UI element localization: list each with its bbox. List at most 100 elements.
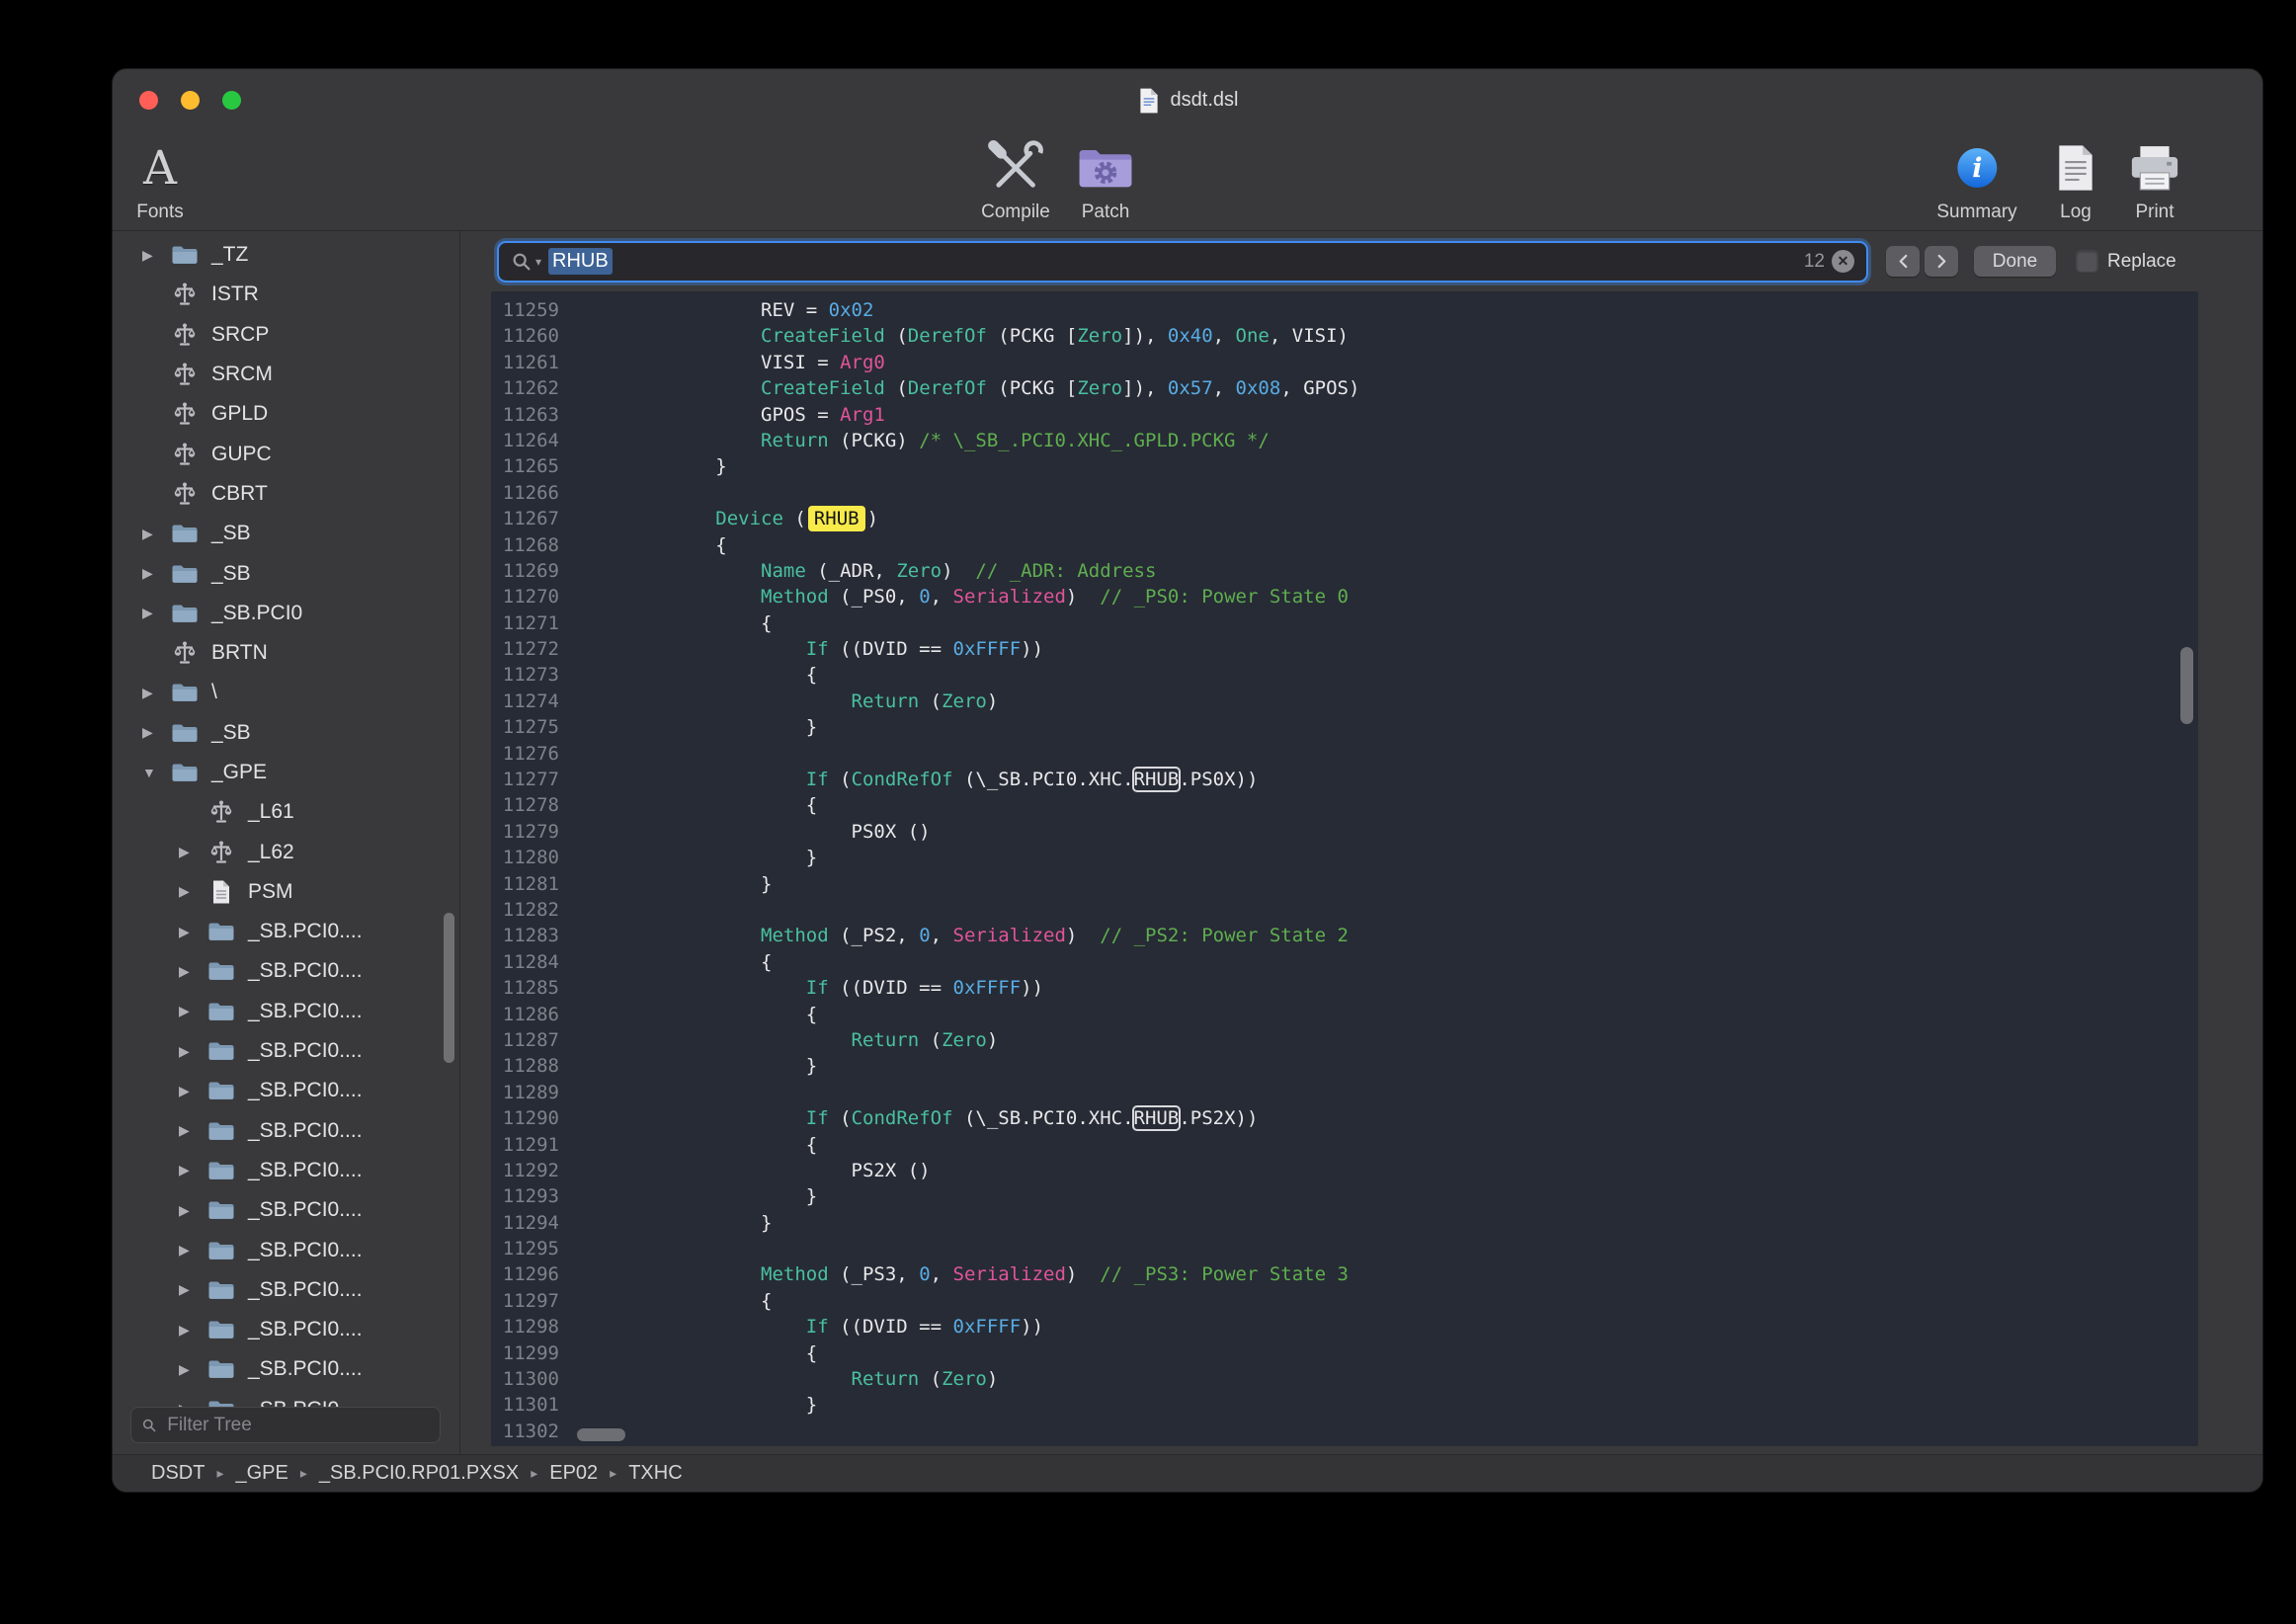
desktop: dsdt.dsl A Fonts — [0, 0, 2296, 1624]
line-number: 11262 — [491, 375, 559, 401]
disclosure-right-icon[interactable]: ▶ — [142, 724, 169, 741]
tree-item-sbpci0[interactable]: ▶ _SB.PCI0.... — [113, 1349, 459, 1389]
replace-checkbox[interactable] — [2076, 250, 2098, 273]
tree-item-sbpci0[interactable]: ▶ _SB.PCI0.... — [113, 1111, 459, 1151]
tree-item-gupc[interactable]: GUPC — [113, 434, 459, 473]
tree-item-sb[interactable]: ▶ _SB — [113, 713, 459, 753]
tree-item-brtn[interactable]: BRTN — [113, 633, 459, 673]
log-icon — [2054, 139, 2097, 197]
tree-item-gpe[interactable]: ▼ _GPE — [113, 753, 459, 792]
folder-icon — [169, 679, 201, 706]
method-icon — [169, 480, 201, 508]
tree-item-l62[interactable]: ▶ _L62 — [113, 832, 459, 871]
disclosure-down-icon[interactable]: ▼ — [142, 765, 169, 780]
disclosure-right-icon[interactable]: ▶ — [179, 1043, 205, 1060]
tree-item-sbpci0[interactable]: ▶ _SB.PCI0.... — [113, 992, 459, 1031]
tree-item-[interactable]: ▶ \ — [113, 673, 459, 712]
disclosure-right-icon[interactable]: ▶ — [179, 1361, 205, 1378]
disclosure-right-icon[interactable]: ▶ — [179, 1122, 205, 1139]
disclosure-right-icon[interactable]: ▶ — [179, 924, 205, 940]
compile-button[interactable]: Compile — [981, 139, 1050, 223]
fonts-button[interactable]: A Fonts — [136, 139, 184, 223]
tree-item-sb[interactable]: ▶ _SB — [113, 514, 459, 553]
search-options-chevron-icon[interactable]: ▾ — [535, 255, 541, 269]
code-line: 11272 If ((DVID == 0xFFFF)) — [491, 636, 2198, 662]
tree-item-sbpci0[interactable]: ▶ _SB.PCI0.... — [113, 1071, 459, 1110]
log-button[interactable]: Log — [2054, 139, 2097, 223]
tree-item-sbpci0[interactable]: ▶ _SB.PCI0.... — [113, 912, 459, 951]
tree-item-sbpci0[interactable]: ▶ _SB.PCI0.... — [113, 1310, 459, 1349]
disclosure-right-icon[interactable]: ▶ — [179, 1242, 205, 1259]
tree-item-sbpci0[interactable]: ▶ _SB.PCI0.... — [113, 1230, 459, 1269]
disclosure-right-icon[interactable]: ▶ — [142, 565, 169, 582]
find-match-other[interactable]: RHUB — [1134, 1107, 1180, 1129]
tree-item-sbpci0[interactable]: ▶ _SB.PCI0.... — [113, 1151, 459, 1190]
find-search-field[interactable]: ▾ RHUB 12 ✕ — [497, 241, 1868, 283]
tree-item-srcp[interactable]: SRCP — [113, 315, 459, 355]
patch-icon — [1077, 139, 1134, 197]
breadcrumb-item[interactable]: TXHC — [628, 1462, 682, 1485]
window-title: dsdt.dsl — [1171, 89, 1239, 112]
zoom-button[interactable] — [222, 91, 241, 110]
find-next-button[interactable] — [1925, 246, 1958, 277]
editor-vertical-scrollbar[interactable] — [2180, 647, 2193, 724]
filter-field[interactable] — [130, 1407, 441, 1443]
disclosure-right-icon[interactable]: ▶ — [142, 247, 169, 264]
breadcrumb-item[interactable]: EP02 — [549, 1462, 598, 1485]
code-line: 11295 — [491, 1236, 2198, 1261]
code-line: 11276 — [491, 741, 2198, 767]
tree-item-gpld[interactable]: GPLD — [113, 394, 459, 434]
disclosure-right-icon[interactable]: ▶ — [179, 1281, 205, 1298]
tree-item-istr[interactable]: ISTR — [113, 275, 459, 314]
tree-item-sb[interactable]: ▶ _SB — [113, 553, 459, 593]
filter-tree-input[interactable] — [165, 1414, 430, 1437]
code-line: 11263 GPOS = Arg1 — [491, 402, 2198, 428]
sidebar-scrollbar[interactable] — [444, 913, 454, 1063]
editor-horizontal-scrollbar[interactable] — [577, 1428, 625, 1441]
breadcrumb-item[interactable]: _GPE — [235, 1462, 287, 1485]
summary-button[interactable]: i Summary — [1936, 139, 2016, 223]
print-button[interactable]: Print — [2127, 139, 2182, 223]
find-match-current[interactable]: RHUB — [808, 506, 865, 531]
disclosure-right-icon[interactable]: ▶ — [179, 963, 205, 980]
disclosure-right-icon[interactable]: ▶ — [142, 685, 169, 701]
tree-item-l61[interactable]: _L61 — [113, 792, 459, 832]
tree-item-tz[interactable]: ▶ _TZ — [113, 235, 459, 275]
disclosure-right-icon[interactable]: ▶ — [179, 1003, 205, 1019]
tree-item-sbpci0[interactable]: ▶ _SB.PCI0 — [113, 594, 459, 633]
disclosure-right-icon[interactable]: ▶ — [179, 1083, 205, 1099]
done-button[interactable]: Done — [1974, 246, 2056, 277]
disclosure-right-icon[interactable]: ▶ — [142, 605, 169, 621]
tree-item-sbpci0[interactable]: ▶ _SB.PCI0.... — [113, 1270, 459, 1310]
disclosure-right-icon[interactable]: ▶ — [179, 844, 205, 860]
find-previous-button[interactable] — [1886, 246, 1920, 277]
tree-item-srcm[interactable]: SRCM — [113, 355, 459, 394]
disclosure-right-icon[interactable]: ▶ — [179, 1162, 205, 1178]
disclosure-right-icon[interactable]: ▶ — [179, 1202, 205, 1219]
patch-button[interactable]: Patch — [1077, 139, 1134, 223]
find-match-other[interactable]: RHUB — [1134, 769, 1180, 790]
tree-item-sbpci0[interactable]: ▶ _SB.PCI0.... — [113, 1031, 459, 1071]
folder-icon — [207, 1199, 235, 1221]
disclosure-right-icon[interactable]: ▶ — [179, 883, 205, 900]
code-editor[interactable]: 11259 REV = 0x0211260 CreateField (Deref… — [491, 291, 2198, 1446]
folder-icon — [171, 722, 199, 744]
code-line: 11278 { — [491, 792, 2198, 818]
tree-item-label: _SB.PCI0.... — [248, 1278, 363, 1302]
tree-item-cbrt[interactable]: CBRT — [113, 474, 459, 514]
find-query[interactable]: RHUB — [548, 248, 613, 275]
sidebar-tree[interactable]: ▶ _TZ ISTR SRCP SRCM GPLD — [113, 231, 459, 1454]
breadcrumb-item[interactable]: _SB.PCI0.RP01.PXSX — [319, 1462, 519, 1485]
tree-item-label: _L62 — [248, 841, 294, 864]
tree-item-sbpci0[interactable]: ▶ _SB.PCI0.... — [113, 951, 459, 991]
breadcrumb-item[interactable]: DSDT — [151, 1462, 205, 1485]
close-button[interactable] — [139, 91, 158, 110]
clear-search-button[interactable]: ✕ — [1832, 250, 1854, 273]
tree-item-label: _SB.PCI0.... — [248, 1079, 363, 1102]
disclosure-right-icon[interactable]: ▶ — [179, 1322, 205, 1339]
tree-item-sbpci0[interactable]: ▶ _SB.PCI0.... — [113, 1190, 459, 1230]
disclosure-right-icon[interactable]: ▶ — [142, 526, 169, 542]
tree-item-psm[interactable]: ▶ PSM — [113, 872, 459, 912]
line-number: 11259 — [491, 297, 559, 323]
minimize-button[interactable] — [181, 91, 200, 110]
